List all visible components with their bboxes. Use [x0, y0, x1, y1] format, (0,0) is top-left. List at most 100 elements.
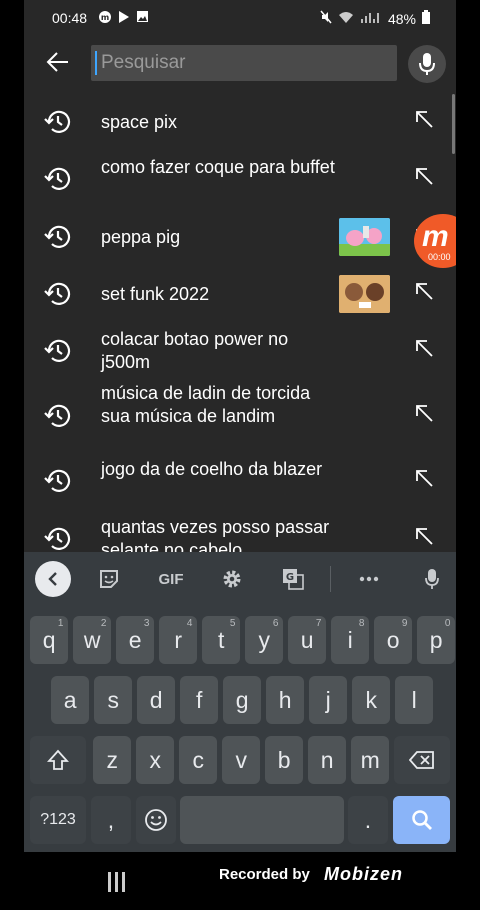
status-bar: 00:48 m 48%	[24, 0, 456, 36]
key-a[interactable]: a	[51, 676, 90, 724]
search-input[interactable]: Pesquisar	[91, 45, 397, 81]
key-f[interactable]: f	[180, 676, 219, 724]
suggestion-text: música de ladin de torcida sua música de…	[101, 383, 311, 426]
key-k[interactable]: k	[352, 676, 391, 724]
suggestion-text: colacar botao power no j500m	[101, 329, 289, 372]
key-i[interactable]: i8	[331, 616, 370, 664]
recent-apps-button[interactable]	[108, 872, 128, 892]
sticker-button[interactable]	[94, 564, 124, 594]
key-label: v	[235, 746, 247, 773]
back-button[interactable]	[42, 46, 74, 78]
backspace-icon	[409, 751, 434, 769]
space-key[interactable]	[180, 796, 344, 844]
wifi-icon	[338, 10, 354, 27]
key-o[interactable]: o9	[374, 616, 413, 664]
keyboard: GIF G q1w2e3r4t5y6u7i8o9p0 asdfg h j k l zxc vb…	[24, 552, 456, 852]
key-u[interactable]: u7	[288, 616, 327, 664]
emoji-key[interactable]	[136, 796, 176, 844]
suggestion-item[interactable]: colacar botao power no j500m	[24, 322, 456, 380]
key-label: r	[174, 626, 183, 653]
translate-button[interactable]: G	[278, 564, 308, 594]
translate-icon: G	[283, 569, 304, 590]
backspace-key[interactable]	[394, 736, 450, 784]
key-v[interactable]: v	[222, 736, 261, 784]
suggestion-item[interactable]: jogo da de coelho da blazer	[24, 452, 456, 510]
key-d[interactable]: d	[137, 676, 176, 724]
key-w[interactable]: w2	[73, 616, 112, 664]
key-h[interactable]: h	[266, 676, 305, 724]
suggestion-item[interactable]: space pix	[24, 94, 456, 150]
fill-query-arrow-icon[interactable]	[414, 281, 434, 301]
key-label: y	[258, 626, 270, 653]
key-j[interactable]: j	[309, 676, 348, 724]
key-number-hint: 2	[100, 618, 107, 629]
suggestion-item[interactable]: set funk 2022	[24, 266, 456, 322]
key-c[interactable]: c	[179, 736, 218, 784]
recorded-by-label: Recorded by	[219, 866, 310, 883]
key-m[interactable]: m	[351, 736, 390, 784]
shift-key[interactable]	[30, 736, 86, 784]
key-label: k	[365, 686, 377, 713]
key-t[interactable]: t5	[202, 616, 241, 664]
fill-query-arrow-icon[interactable]	[414, 166, 434, 186]
gif-button[interactable]: GIF	[152, 564, 190, 594]
symbols-key[interactable]: ?123	[30, 796, 86, 844]
key-p[interactable]: p0	[417, 616, 456, 664]
fill-query-arrow-icon[interactable]	[414, 403, 434, 423]
key-x[interactable]: x	[136, 736, 175, 784]
navigation-bar: Recorded by Mobizen	[24, 852, 456, 910]
key-label: g	[235, 686, 249, 713]
suggestion-text: peppa pig	[101, 227, 181, 247]
sticker-icon	[100, 570, 118, 588]
key-number-hint: 3	[143, 618, 150, 629]
comma-key[interactable]: ,	[91, 796, 131, 844]
key-label: j	[325, 686, 331, 713]
collapse-toolbar-button[interactable]	[35, 561, 71, 597]
key-e[interactable]: e3	[116, 616, 155, 664]
search-key[interactable]	[393, 796, 450, 844]
key-label: p	[429, 626, 443, 653]
search-icon	[411, 810, 432, 830]
suggestion-item[interactable]: peppa pig	[24, 208, 456, 266]
key-g[interactable]: g	[223, 676, 262, 724]
play-store-icon	[118, 10, 130, 27]
voice-search-button[interactable]	[408, 45, 446, 83]
key-y[interactable]: y6	[245, 616, 284, 664]
period-key[interactable]: .	[348, 796, 388, 844]
key-label: l	[411, 686, 417, 713]
key-label: m	[360, 746, 380, 773]
key-l[interactable]: l	[395, 676, 434, 724]
suggestion-item[interactable]: como fazer coque para buffet	[24, 150, 456, 208]
suggestion-item[interactable]: quantas vezes posso passar selante no ca…	[24, 510, 456, 552]
mobizen-watermark-logo: Mobizen	[324, 864, 403, 884]
fill-query-arrow-icon[interactable]	[414, 468, 434, 488]
history-icon	[44, 110, 71, 133]
history-icon	[44, 469, 71, 492]
suggestion-list: space pix como fazer coque para buffet p…	[24, 94, 456, 552]
shift-icon	[47, 749, 69, 770]
key-r[interactable]: r4	[159, 616, 198, 664]
suggestion-item[interactable]: música de ladin de torcida sua música de…	[24, 380, 456, 452]
settings-button[interactable]	[217, 564, 247, 594]
mute-icon	[320, 10, 332, 27]
key-n[interactable]: n	[308, 736, 347, 784]
key-z[interactable]: z	[93, 736, 132, 784]
fill-query-arrow-icon[interactable]	[414, 338, 434, 358]
key-label: s	[107, 686, 119, 713]
key-q[interactable]: q1	[30, 616, 69, 664]
key-label: c	[192, 746, 204, 773]
search-bar: Pesquisar	[24, 36, 456, 94]
status-time: 00:48	[52, 10, 88, 26]
fill-query-arrow-icon[interactable]	[414, 109, 434, 129]
key-label: h	[278, 686, 292, 713]
key-s[interactable]: s	[94, 676, 133, 724]
key-label: i	[347, 626, 353, 653]
scrollbar[interactable]	[452, 94, 455, 154]
key-b[interactable]: b	[265, 736, 304, 784]
key-label: o	[386, 626, 400, 653]
image-icon	[136, 10, 149, 26]
keyboard-voice-button[interactable]	[417, 564, 447, 594]
microphone-icon	[425, 569, 439, 589]
more-options-button[interactable]	[354, 564, 384, 594]
fill-query-arrow-icon[interactable]	[414, 526, 434, 546]
